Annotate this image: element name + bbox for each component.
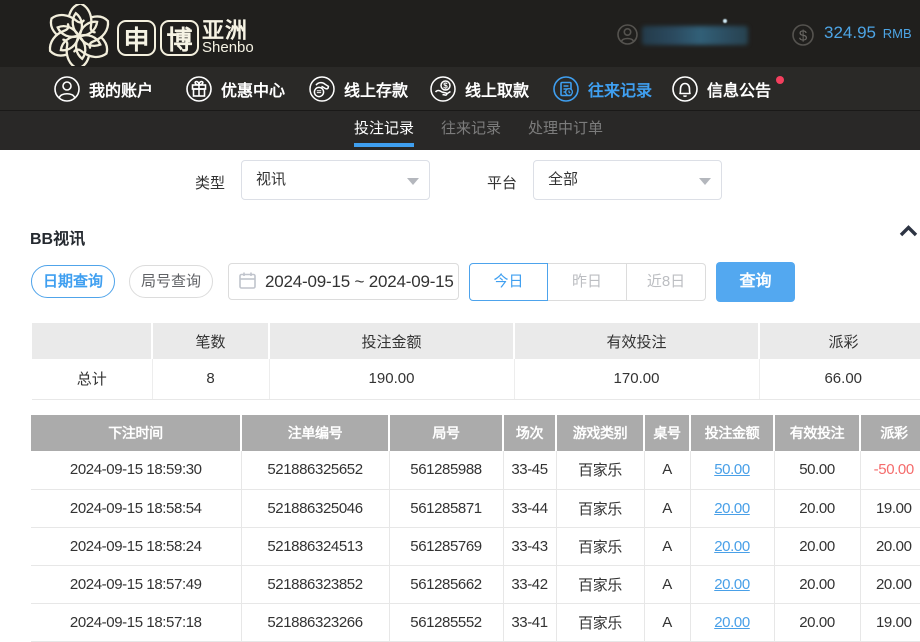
svg-text:$: $ [799,28,808,45]
svg-text:$: $ [443,81,448,90]
